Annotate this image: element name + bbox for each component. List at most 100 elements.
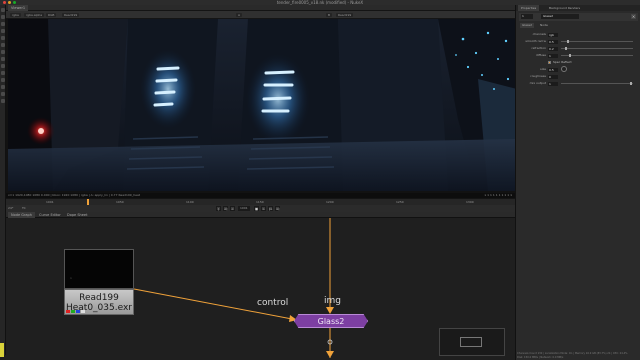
node-graph-canvas[interactable]: n Read199 Heat0_035.exr control img Glas…: [6, 218, 515, 360]
node-count-field[interactable]: 1: [521, 14, 533, 19]
param-value[interactable]: 1: [548, 53, 558, 58]
param-mix: mix output 1: [519, 81, 638, 86]
edge-label-control: control: [257, 298, 289, 308]
param-label: diffuse: [535, 53, 546, 57]
wipe-b-label[interactable]: B: [326, 13, 333, 17]
close-icon[interactable]: ×: [631, 14, 636, 19]
subtab-node[interactable]: Node: [538, 23, 550, 28]
tool-icon[interactable]: [1, 50, 5, 54]
read-node-body[interactable]: Read199 Heat0_035.exr: [64, 289, 134, 315]
minimap-viewport[interactable]: [460, 337, 482, 347]
tool-icon[interactable]: [1, 22, 5, 26]
green-channel-icon: [71, 310, 75, 313]
param-slider[interactable]: [561, 47, 633, 50]
param-size: size 0.5: [519, 66, 638, 72]
node-name-field[interactable]: Glass2: [541, 14, 579, 19]
param-slider[interactable]: [561, 54, 633, 57]
tool-icon[interactable]: [1, 85, 5, 89]
thumbnail-label: n: [70, 276, 72, 280]
slider-knob[interactable]: [569, 54, 572, 57]
param-label: size: [540, 67, 546, 71]
tool-icon[interactable]: [1, 78, 5, 82]
param-spec-reflect: Spec Reflect: [519, 60, 638, 65]
play-forward-button[interactable]: >: [261, 206, 266, 211]
param-slider[interactable]: [561, 82, 633, 85]
tab-properties[interactable]: Properties: [518, 5, 540, 11]
tool-icon[interactable]: [1, 8, 5, 12]
spec-reflect-checkbox[interactable]: [548, 61, 551, 64]
wipe-a-label[interactable]: A: [236, 13, 243, 17]
param-label: smooth rad w: [525, 39, 546, 43]
param-value[interactable]: 1: [548, 81, 558, 86]
param-diffuse: diffuse 1: [519, 53, 638, 58]
properties-panel: Properties Background Renders 1 Glass2 ×…: [515, 5, 640, 360]
param-value[interactable]: 0.2: [548, 46, 558, 51]
alpha-channel-select[interactable]: rgba.alpha: [24, 13, 45, 17]
viewer-toolbar: rgba rgba.alpha RGB Read199 A B Read199: [6, 11, 515, 19]
tool-icon[interactable]: [1, 71, 5, 75]
tool-icon[interactable]: [1, 92, 5, 96]
next-keyframe-button[interactable]: |>: [268, 206, 273, 211]
toolbar-indicator: [0, 343, 4, 357]
input-b-select[interactable]: Read199: [336, 13, 354, 17]
tool-icon[interactable]: [1, 15, 5, 19]
prev-keyframe-button[interactable]: <|: [223, 206, 228, 211]
tool-icon[interactable]: [1, 99, 5, 103]
first-frame-button[interactable]: |<: [216, 206, 221, 215]
tool-icon[interactable]: [1, 29, 5, 33]
param-roughness: roughness 0: [519, 74, 638, 79]
checkbox-label: Spec Reflect: [553, 60, 572, 64]
param-channels: channels rgb: [519, 32, 638, 37]
timeline-bar[interactable]: 1001 1050 1100 1150 1200 1250 1300: [6, 198, 515, 205]
input-a-select[interactable]: Read199: [62, 13, 80, 17]
param-value[interactable]: 0.5: [548, 67, 558, 72]
arrow-head-icon: [326, 351, 334, 358]
slider-knob[interactable]: [566, 40, 569, 43]
slider-knob[interactable]: [564, 47, 567, 50]
glass-node[interactable]: Glass2: [294, 314, 368, 328]
param-smooth-radius: smooth rad w 0.5: [519, 39, 638, 44]
properties-tab-bar: Properties Background Renders: [516, 5, 640, 11]
param-value[interactable]: rgb: [548, 32, 558, 37]
channel-indicator: [66, 310, 85, 313]
dial-icon[interactable]: [561, 66, 567, 72]
slider-knob[interactable]: [629, 82, 632, 85]
tool-icon[interactable]: [1, 57, 5, 61]
current-frame-field[interactable]: 1001: [238, 206, 250, 211]
fps-label[interactable]: 24*: [8, 206, 13, 211]
param-label: roughness: [530, 74, 546, 78]
param-value[interactable]: 0: [548, 74, 558, 79]
read-node[interactable]: n Read199 Heat0_035.exr: [64, 249, 134, 315]
edge-label-img: img: [324, 296, 341, 306]
blue-channel-icon: [76, 310, 80, 313]
nodegraph-minimap[interactable]: [439, 328, 505, 356]
tool-icon[interactable]: [1, 64, 5, 68]
read-node-thumbnail: n: [64, 249, 134, 289]
param-label: channels: [532, 32, 546, 36]
stop-button[interactable]: ■: [254, 206, 259, 211]
play-backward-button[interactable]: <: [230, 206, 235, 211]
display-select[interactable]: RGB: [46, 13, 57, 17]
red-channel-icon: [66, 310, 70, 313]
arrow-head-icon: [326, 307, 334, 314]
param-value[interactable]: 0.5: [548, 39, 558, 44]
status-bar: Channels Count 130 | Localization Mode: …: [515, 352, 640, 360]
viewer-info-left: x=1 1920,1080 1080 0.000 | bbox: 1920 10…: [8, 193, 140, 197]
viewer-image: [8, 19, 515, 191]
tool-icon[interactable]: [1, 36, 5, 40]
status-line: Disk: 150.0 MB/s | Network: 0.0 MB/s: [517, 356, 564, 359]
param-slider[interactable]: [561, 40, 633, 43]
last-frame-button[interactable]: >|: [275, 206, 280, 211]
viewer-canvas[interactable]: [6, 19, 515, 193]
param-refraction: refraction 0.2: [519, 46, 638, 51]
nuke-window: tender_fire0005_v18.nk (modified) - Nuke…: [0, 0, 640, 360]
node-properties-header: 1 Glass2 ×: [519, 13, 638, 21]
tab-background-renders[interactable]: Background Renders: [546, 5, 583, 11]
channel-select[interactable]: rgba: [10, 13, 21, 17]
param-label: mix output: [529, 81, 546, 85]
timecode-label[interactable]: TC: [22, 206, 26, 211]
tool-icon[interactable]: [1, 43, 5, 47]
read-node-title: Read199: [79, 293, 119, 303]
subtab-glass[interactable]: Glass2: [520, 23, 535, 28]
playback-controls: 24* TC |< <| < 1001 ■ > |> >|: [6, 205, 515, 215]
